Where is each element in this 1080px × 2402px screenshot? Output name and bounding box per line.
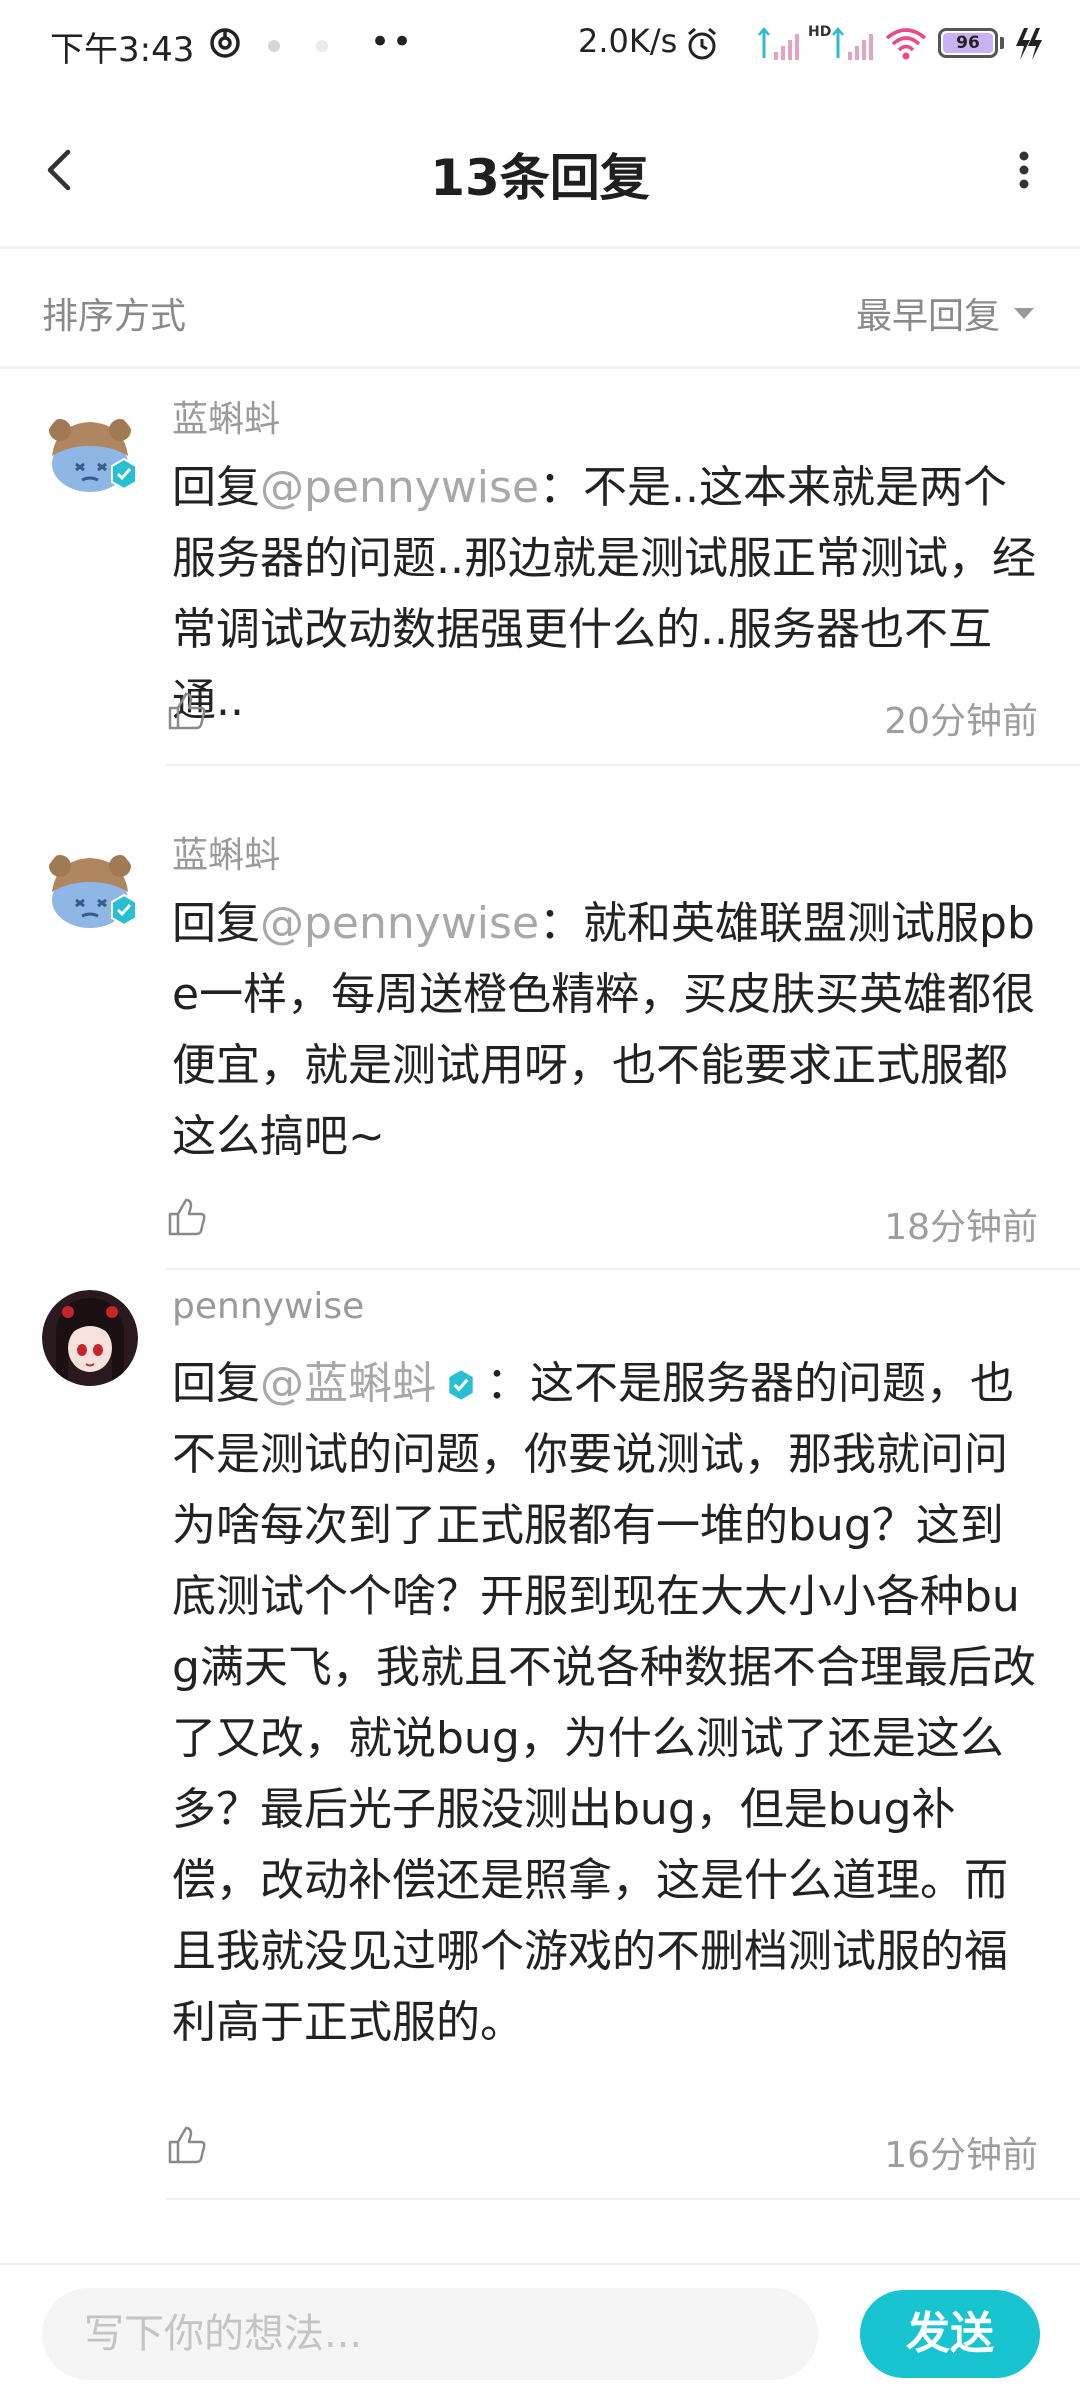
verified-badge-icon <box>447 1368 475 1402</box>
caret-down-icon <box>1014 307 1034 319</box>
more-vertical-icon[interactable] <box>1004 140 1044 200</box>
username[interactable]: 蓝蝌蚪 <box>172 390 280 442</box>
alarm-icon <box>688 27 716 60</box>
sort-order-value: 最早回复 <box>855 296 1000 337</box>
avatar-image <box>42 1290 138 1386</box>
comment-body: ：这不是服务器的问题，也不是测试的问题，你要说测试，那我就问问为啥每次到了正式服… <box>172 1358 1036 2048</box>
verified-badge-icon <box>111 458 137 490</box>
divider <box>166 1268 1080 1270</box>
verified-badge-icon <box>111 894 137 926</box>
notification-dot-icon <box>316 40 328 52</box>
username[interactable]: pennywise <box>172 1286 364 1327</box>
signal-icon <box>832 27 873 60</box>
divider <box>166 2198 1080 2200</box>
comment-time: 20分钟前 <box>884 701 1038 742</box>
divider <box>166 764 1080 766</box>
network-speed: 2.0K/s <box>578 22 678 60</box>
thumbs-up-icon[interactable] <box>166 2124 208 2166</box>
focus-mode-icon <box>210 28 240 58</box>
status-bar: 下午3:43 •• 2.0K/s HD 96 <box>0 0 1080 90</box>
page-title: 13条回复 <box>430 149 650 207</box>
comment-text: 回复@pennywise：就和英雄联盟测试服pbe一样，每周送橙色精粹，买皮肤买… <box>172 888 1042 1172</box>
thumbs-up-icon[interactable] <box>166 690 208 732</box>
charging-icon <box>1016 28 1042 60</box>
more-notifications-icon: •• <box>370 22 415 62</box>
status-time: 下午3:43 <box>50 30 195 70</box>
sort-label: 排序方式 <box>42 296 187 337</box>
reply-prefix: 回复 <box>172 462 260 513</box>
reply-input[interactable] <box>42 2288 818 2380</box>
hd-label: HD <box>808 24 832 40</box>
sort-order-dropdown[interactable]: 最早回复 <box>856 287 1034 339</box>
signal-icon <box>758 27 799 60</box>
mention-link[interactable]: @蓝蝌蚪 <box>260 1358 436 1409</box>
avatar[interactable] <box>42 1290 138 1386</box>
username[interactable]: 蓝蝌蚪 <box>172 826 280 878</box>
battery-icon: 96 <box>938 28 998 58</box>
mention-link[interactable]: @pennywise <box>260 462 539 513</box>
sort-bar: 排序方式 最早回复 <box>0 249 1080 369</box>
reply-composer: 发送 <box>0 2263 1080 2402</box>
comment-text: 回复@蓝蝌蚪 ：这不是服务器的问题，也不是测试的问题，你要说测试，那我就问问为啥每… <box>172 1348 1042 2058</box>
reply-prefix: 回复 <box>172 898 260 949</box>
comment-time: 16分钟前 <box>884 2135 1038 2176</box>
reply-prefix: 回复 <box>172 1358 260 1409</box>
notification-dot-icon <box>268 40 280 52</box>
battery-level: 96 <box>956 33 980 53</box>
top-app-bar: 13条回复 <box>0 90 1080 249</box>
send-button[interactable]: 发送 <box>860 2290 1040 2378</box>
comment-time: 18分钟前 <box>884 1207 1038 1248</box>
mention-link[interactable]: @pennywise <box>260 898 539 949</box>
battery-cap <box>1000 37 1004 49</box>
wifi-icon <box>885 28 927 60</box>
thumbs-up-icon[interactable] <box>166 1196 208 1238</box>
